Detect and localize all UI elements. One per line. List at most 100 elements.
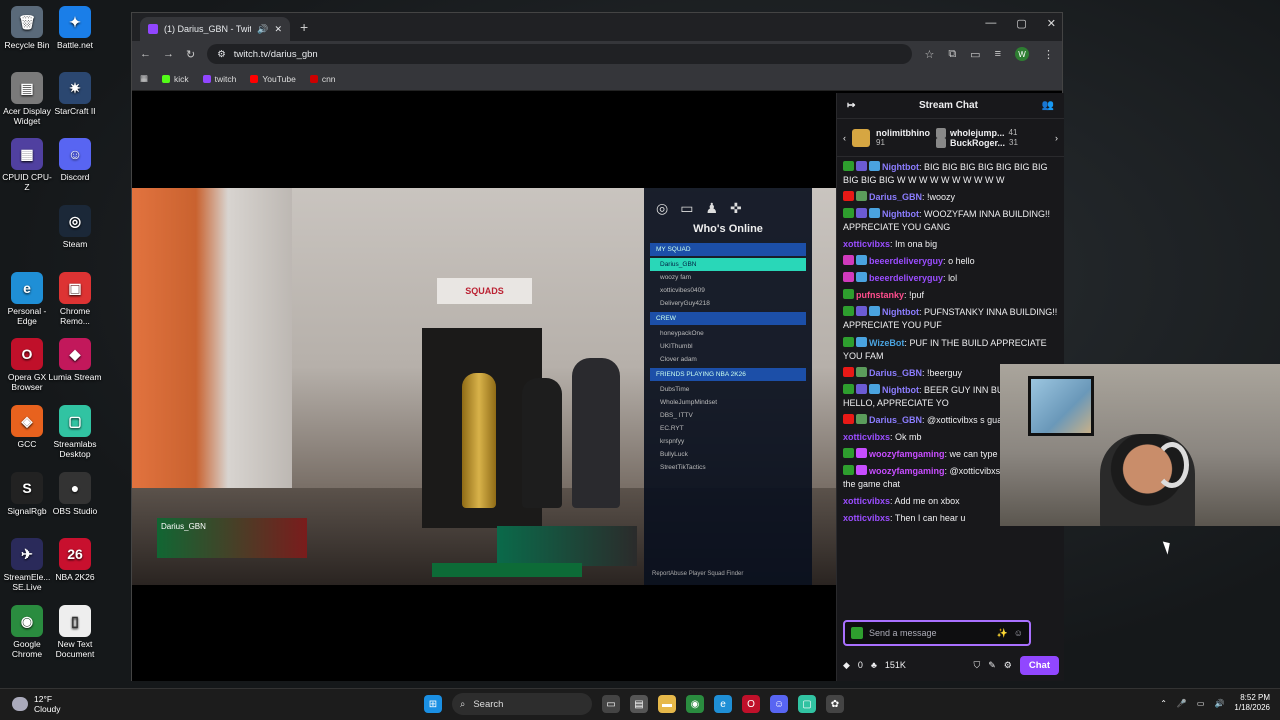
volume-icon[interactable]: 🔊 [1214,699,1224,708]
discord-icon[interactable]: ☺ [770,695,788,713]
chat-text: lol [948,273,958,284]
cast-icon[interactable]: ▭ [970,48,980,61]
file-explorer-icon[interactable]: ▬ [658,695,676,713]
settings-app-icon[interactable]: ✿ [826,695,844,713]
bookmark-list: kick twitch YouTube cnn [162,74,336,84]
desktop-icon[interactable]: S SignalRgb [0,472,54,517]
chat-username[interactable]: Nightbot [882,385,919,395]
chat-username[interactable]: xotticvibxs [843,496,890,506]
desktop-icon[interactable]: ◉ Google Chrome [0,605,54,660]
video-player[interactable]: SQUADS Darius_GBN ◎ ▭ ♟ ✜ Who's Online M… [132,93,836,681]
tab-twitch[interactable]: (1) Darius_GBN - Twitch 🔊 ✕ [140,17,290,41]
extensions-icon[interactable]: ⧉ [948,48,956,61]
bookmark-item[interactable]: kick [162,74,189,84]
emote-icon[interactable]: ☺ [1014,628,1023,638]
chat-username[interactable]: Nightbot [882,209,919,219]
badge-icon [856,447,867,458]
windows-start-icon[interactable]: ⊞ [424,695,442,713]
bookmark-item[interactable]: YouTube [250,74,296,84]
chrome-icon[interactable]: ◉ [686,695,704,713]
chat-username[interactable]: beeerdeliveryguy [869,273,943,283]
desktop-icon[interactable]: ✦ Battle.net [48,6,102,51]
taskbar-search[interactable]: ⌕ Search [452,693,592,715]
collapse-chat-icon[interactable]: ↦ [847,100,855,111]
desktop-icon[interactable]: ◆ Lumia Stream [48,338,102,383]
app-icon: ▢ [59,405,91,437]
app-icon: ✦ [59,6,91,38]
chat-username[interactable]: Nightbot [882,307,919,317]
hud-bar [432,563,582,577]
desktop-icon[interactable]: ▦ CPUID CPU-Z [0,138,54,193]
bits-icon[interactable]: ◆ [843,660,850,671]
desktop-icon[interactable]: O Opera GX Browser [0,338,54,393]
menu-icon[interactable]: ⋮ [1043,48,1054,61]
streamlabs-icon[interactable]: ▢ [798,695,816,713]
task-view-icon[interactable]: ▭ [602,695,620,713]
desktop-icon[interactable]: ✈ StreamEle... SE.Live [0,538,54,593]
chat-button[interactable]: Chat [1019,655,1059,675]
reload-icon[interactable]: ↻ [186,48,195,61]
chevron-right-icon[interactable]: › [1055,133,1058,143]
maximize-icon[interactable]: ▢ [1016,17,1026,30]
settings-icon[interactable]: ⚙ [1004,660,1012,671]
chat-username[interactable]: Darius_GBN [869,192,922,202]
edge-icon[interactable]: e [714,695,732,713]
weather-widget[interactable]: 12°F Cloudy [12,694,60,714]
desktop-icon[interactable]: ● OBS Studio [48,472,102,517]
chat-username[interactable]: Darius_GBN [869,368,922,378]
desktop-icon[interactable]: ☺ Discord [48,138,102,183]
chat-username[interactable]: pufnstanky [856,290,904,300]
opera-icon[interactable]: O [742,695,760,713]
chat-username[interactable]: Darius_GBN [869,415,922,425]
chat-username[interactable]: WizeBot [869,338,904,348]
chevron-left-icon[interactable]: ‹ [843,133,846,143]
desktop-icon[interactable]: ▣ Chrome Remo... [48,272,102,327]
close-window-icon[interactable]: ✕ [1047,17,1056,30]
speaker-icon[interactable]: 🔊 [257,24,268,35]
mic-icon[interactable]: 🎤 [1177,699,1187,708]
media-icon[interactable]: ≡ [995,48,1001,60]
minimize-icon[interactable]: — [985,17,996,30]
chevron-up-icon[interactable]: ⌃ [1160,699,1167,708]
desktop-icon[interactable]: 🗑 Recycle Bin [0,6,54,51]
clock[interactable]: 8:52 PM 1/18/2026 [1234,693,1270,714]
chat-input[interactable]: Send a message ✨ ☺ [843,620,1031,646]
chat-username[interactable]: beeerdeliveryguy [869,256,943,266]
address-bar[interactable]: ⚙ twitch.tv/darius_gbn [207,44,913,64]
effects-icon[interactable]: ✨ [997,628,1008,639]
desktop-icon[interactable]: 26 NBA 2K26 [48,538,102,583]
chat-username[interactable]: woozyfamgaming [869,466,945,476]
desktop-icon[interactable]: ▤ Acer Display Widget [0,72,54,127]
chat-username[interactable]: woozyfamgaming [869,449,945,459]
forward-icon[interactable]: → [163,48,174,60]
desktop-icon[interactable]: ✷ StarCraft II [48,72,102,117]
chat-username[interactable]: xotticvibxs [843,239,890,249]
desktop-icon-label: OBS Studio [52,506,98,516]
badge-icon [843,255,854,266]
shield-icon[interactable]: ⛉ [973,660,980,671]
users-icon[interactable]: 👥 [1042,100,1054,111]
desktop-icon[interactable]: ▢ Streamlabs Desktop [48,405,102,460]
desktop-icon[interactable]: ▯ New Text Document [48,605,102,660]
points-icon[interactable]: ♣ [871,660,877,670]
back-icon[interactable]: ← [140,48,151,60]
player-hud [497,526,637,566]
close-tab-icon[interactable]: ✕ [274,24,282,35]
apps-icon[interactable]: ▦ [140,73,148,84]
desktop-icon[interactable]: ◎ Steam [48,205,102,250]
widgets-icon[interactable]: ▤ [630,695,648,713]
chat-username[interactable]: Nightbot [882,162,919,172]
desktop-icon[interactable]: ◈ GCC [0,405,54,450]
desktop-icon[interactable]: e Personal - Edge [0,272,54,327]
pen-icon[interactable]: ✎ [988,660,996,671]
bookmark-item[interactable]: cnn [309,74,336,84]
display-icon[interactable]: ▭ [1197,699,1205,708]
badge-icon[interactable] [851,627,863,639]
bookmark-star-icon[interactable]: ☆ [924,48,934,61]
chat-username[interactable]: xotticvibxs [843,432,890,442]
new-tab-button[interactable]: + [300,19,308,35]
site-info-icon[interactable]: ⚙ [217,49,226,60]
chat-username[interactable]: xotticvibxs [843,513,890,523]
profile-avatar[interactable]: W [1015,47,1029,61]
bookmark-item[interactable]: twitch [202,74,236,84]
